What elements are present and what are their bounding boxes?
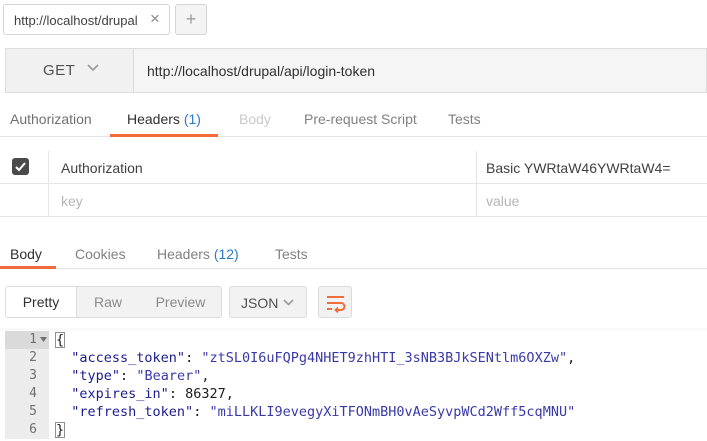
response-toolbar: Pretty Raw Preview JSON [0,270,707,328]
method-label: GET [43,62,76,79]
json-key: "expires_in" [71,386,169,402]
wrap-lines-icon [327,296,346,313]
json-value: 86327 [185,386,226,402]
url-input[interactable]: http://localhost/drupal/api/login-token [147,63,375,79]
chevron-down-icon [283,299,294,306]
line-number: 2 [29,350,37,365]
open-brace: { [55,332,66,348]
header-value-field[interactable]: Basic YWRtaW46YWRtaW4= [486,160,671,176]
headers-count-badge: (1) [183,111,201,127]
format-select[interactable]: JSON [229,286,307,318]
tab-test-results[interactable]: Tests [275,246,308,262]
format-label: JSON [241,295,279,311]
active-tab-indicator [110,134,218,137]
checkmark-icon [15,162,26,172]
line-number: 4 [29,386,37,401]
tab-strip: http://localhost/drupal × + [0,0,707,39]
header-value-input[interactable]: value [486,193,519,209]
tab-response-body[interactable]: Body [10,246,42,262]
header-row-empty: key value [0,184,707,217]
header-key-input[interactable]: key [61,193,83,209]
response-headers-count-badge: (12) [213,246,239,262]
header-enabled-checkbox[interactable] [12,158,29,175]
tab-headers-label: Headers [127,111,180,127]
divider [476,184,477,217]
active-tab-indicator [0,266,56,269]
divider [48,184,49,217]
close-brace: } [55,422,66,438]
json-key: "access_token" [71,350,186,366]
tab-pre-request-script[interactable]: Pre-request Script [304,111,417,127]
code-line: "type": "Bearer", [71,368,210,384]
request-tab[interactable]: http://localhost/drupal × [3,4,170,35]
fold-arrow-icon[interactable] [40,336,47,343]
code-line: { [55,331,66,349]
code-line: "expires_in": 86327, [71,386,234,402]
response-tabs: Body Cookies Headers (12) Tests [0,229,707,269]
pretty-button[interactable]: Pretty [6,287,77,317]
header-row: Authorization Basic YWRtaW46YWRtaW4= [0,151,707,184]
code-line: } [55,421,66,439]
line-number: 3 [29,368,37,383]
tab-tests[interactable]: Tests [448,111,481,127]
tab-response-headers[interactable]: Headers (12) [157,246,239,262]
close-icon[interactable]: × [150,9,160,29]
response-body-editor[interactable]: 1 2 3 4 5 6 { "access_token": "ztSL0I6uF… [0,331,707,441]
json-value: "Bearer" [136,368,202,384]
method-select[interactable]: GET [6,49,134,92]
code-line: "access_token": "ztSL0I6uFQPg4NHET9zhHTI… [71,350,576,366]
code-line: "refresh_token": "miLLKLI9evegyXiTFONmBH… [71,404,576,420]
header-key-field[interactable]: Authorization [61,160,143,176]
line-number: 1 [29,332,37,347]
tab-response-headers-label: Headers [157,246,210,262]
json-value: "miLLKLI9evegyXiTFONmBH0vAeSyvpWCd2Wff5c… [209,404,576,420]
json-value: "ztSL0I6uFQPg4NHET9zhHTI_3sNB3BJkSENtlm6… [201,350,568,366]
preview-button[interactable]: Preview [139,287,221,317]
tab-title: http://localhost/drupal [14,13,138,28]
json-key: "refresh_token" [71,404,194,420]
line-number: 5 [29,404,37,419]
url-bar: GET http://localhost/drupal/api/login-to… [5,48,707,93]
line-number: 6 [29,422,37,437]
tab-cookies[interactable]: Cookies [75,246,126,262]
tab-headers[interactable]: Headers (1) [127,111,201,127]
add-tab-button[interactable]: + [175,4,207,35]
request-tabs: Authorization Headers (1) Body Pre-reque… [0,103,707,137]
json-key: "type" [71,368,121,384]
tab-authorization[interactable]: Authorization [10,111,92,127]
chevron-down-icon [87,64,99,72]
divider [476,151,477,184]
raw-button[interactable]: Raw [78,287,138,317]
wrap-lines-button[interactable] [318,286,352,318]
divider [48,151,49,184]
view-mode-switch: Pretty Raw Preview [5,286,222,318]
tab-body[interactable]: Body [239,111,271,127]
